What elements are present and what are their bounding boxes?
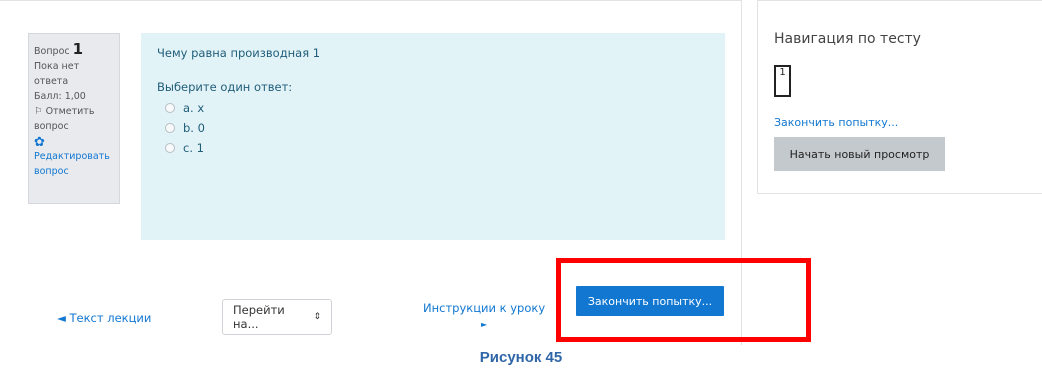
jump-to-select[interactable]: Перейти на... ⇕: [222, 299, 332, 335]
radio-button[interactable]: [165, 143, 175, 153]
flag-icon: ⚐: [34, 106, 43, 117]
answer-option-a[interactable]: a. x: [157, 98, 709, 118]
question-number-row: Вопрос 1: [34, 42, 114, 59]
answer-option-b[interactable]: b. 0: [157, 118, 709, 138]
question-number: 1: [72, 40, 84, 58]
option-label: a. x: [183, 101, 205, 115]
answer-option-c[interactable]: c. 1: [157, 138, 709, 158]
figure-caption: Рисунок 45: [479, 349, 563, 366]
question-nav-button[interactable]: 1: [774, 65, 791, 97]
flag-question-link[interactable]: ⚐ Отметить вопрос: [34, 104, 114, 134]
jump-to-select-value: Перейти на...: [233, 303, 285, 331]
option-label: b. 0: [183, 121, 205, 135]
gear-icon[interactable]: ✿: [34, 136, 114, 149]
option-label: c. 1: [183, 141, 204, 155]
question-status: Пока нет ответа: [34, 61, 80, 87]
radio-button[interactable]: [165, 103, 175, 113]
question-info-panel: Вопрос 1 Пока нет ответа Балл: 1,00 ⚐ От…: [28, 33, 120, 204]
next-activity-link[interactable]: Инструкции к уроку ►: [423, 301, 545, 330]
select-arrows-icon: ⇕: [313, 312, 321, 322]
question-label: Вопрос: [34, 46, 70, 57]
question-content: Чему равна производная 1 Выберите один о…: [141, 33, 725, 240]
highlight-box: [556, 258, 811, 342]
quiz-navigation-panel: Навигация по тесту 1 Закончить попытку..…: [757, 0, 1042, 194]
prev-activity-link[interactable]: ◄ Текст лекции: [57, 311, 151, 325]
edit-question-link[interactable]: Редактировать вопрос: [34, 149, 114, 179]
next-arrow-icon: ►: [480, 320, 488, 329]
next-activity-label: Инструкции к уроку: [423, 301, 546, 315]
question-score: Балл: 1,00: [34, 91, 86, 102]
flag-question-label: Отметить вопрос: [34, 106, 95, 132]
finish-attempt-link[interactable]: Закончить попытку...: [774, 116, 898, 129]
answer-prompt: Выберите один ответ:: [157, 80, 293, 94]
question-text: Чему равна производная 1: [157, 46, 321, 60]
new-preview-button[interactable]: Начать новый просмотр: [774, 137, 945, 171]
radio-button[interactable]: [165, 123, 175, 133]
navigation-title: Навигация по тесту: [774, 31, 921, 47]
